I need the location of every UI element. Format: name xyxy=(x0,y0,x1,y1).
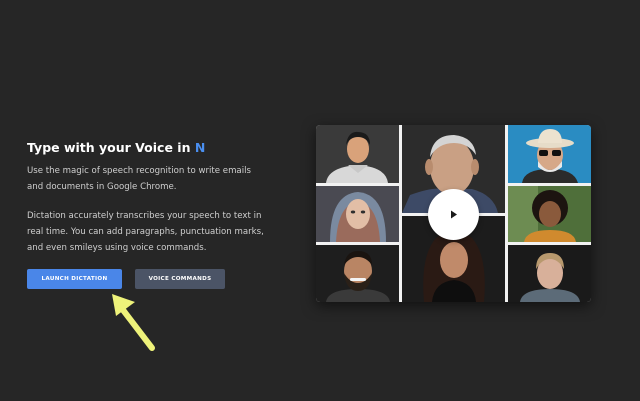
intro-paragraph: Use the magic of speech recognition to w… xyxy=(27,166,251,192)
page-title: Type with your Voice in N xyxy=(27,140,267,156)
hero-heading: Type with your Voice in N xyxy=(27,140,267,156)
voice-commands-button[interactable]: VOICE COMMANDS xyxy=(135,269,225,289)
headline-text: Type with your Voice in xyxy=(27,140,191,155)
woman-with-headscarf-portrait xyxy=(316,186,399,242)
headline-accent: N xyxy=(194,140,206,155)
description-paragraph: Dictation accurately transcribes your sp… xyxy=(27,211,264,253)
young-man-blond-portrait xyxy=(508,245,591,302)
play-button[interactable] xyxy=(428,189,479,240)
play-icon xyxy=(450,210,457,219)
bearded-man-portrait xyxy=(316,245,399,302)
man-with-hat-sunglasses-portrait xyxy=(508,125,591,183)
launch-dictation-button[interactable]: LAUNCH DICTATION xyxy=(27,269,122,289)
young-man-portrait xyxy=(316,125,399,183)
woman-curly-hair-portrait xyxy=(508,186,591,242)
pointer-arrow-icon xyxy=(112,294,155,351)
